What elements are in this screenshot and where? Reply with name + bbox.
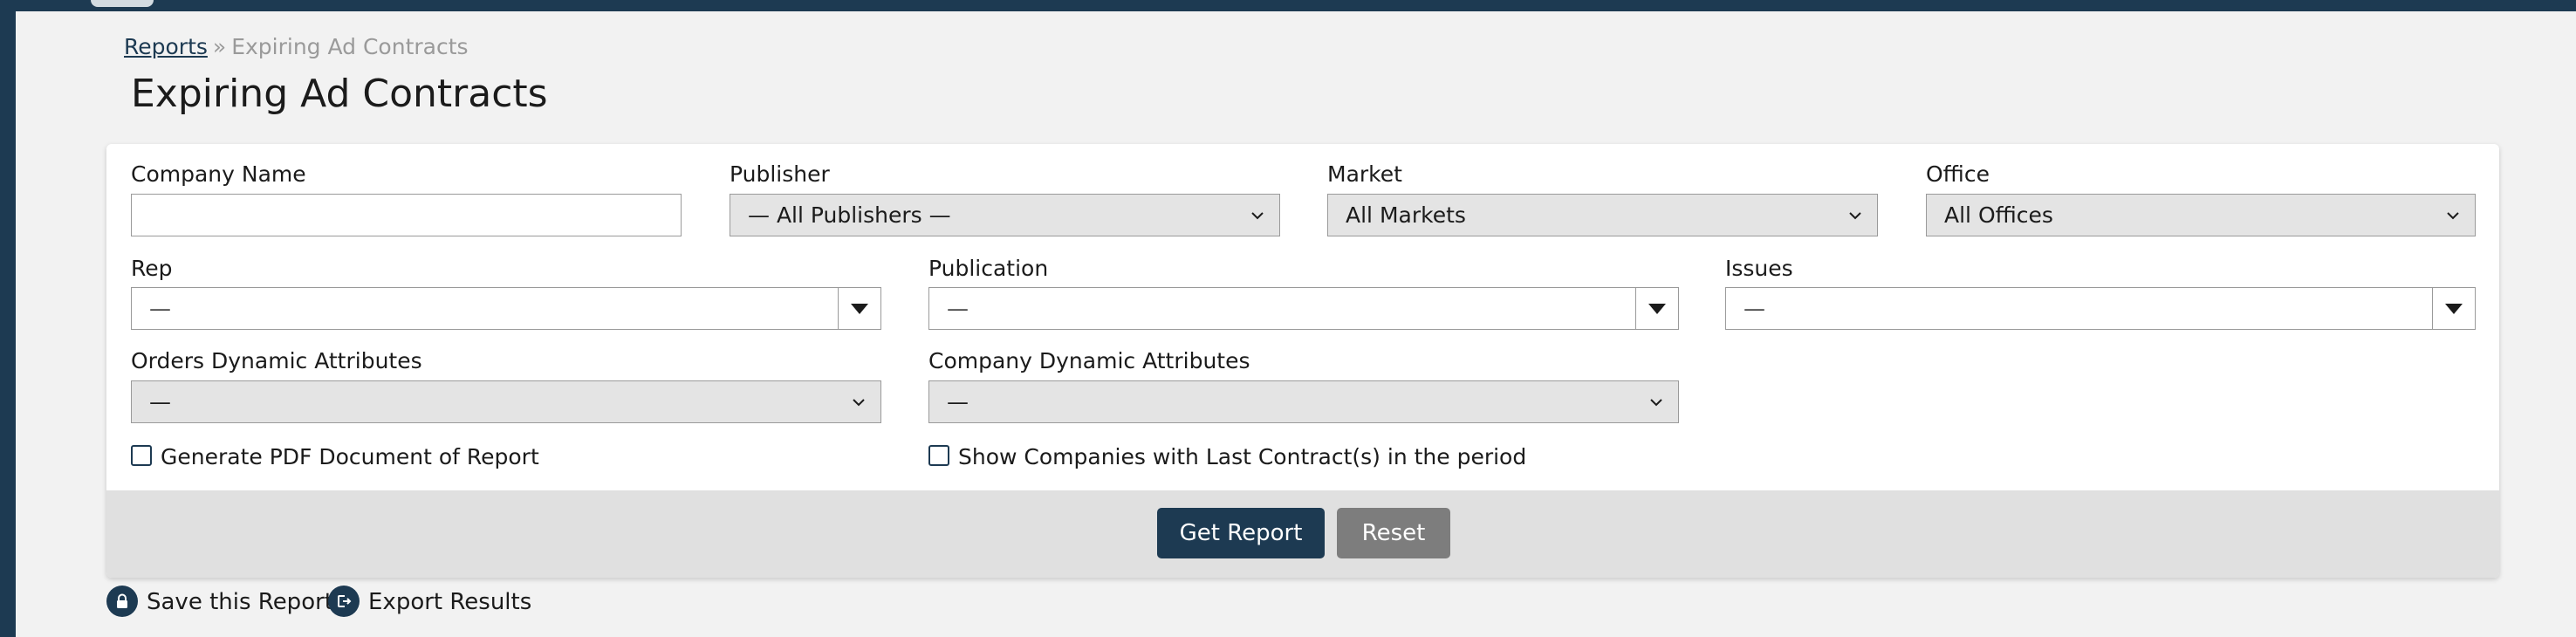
export-results-label: Export Results — [368, 589, 532, 615]
publisher-select[interactable]: — All Publishers — — [730, 194, 1280, 236]
breadcrumb-reports-link[interactable]: Reports — [124, 34, 208, 59]
save-report-label: Save this Report — [147, 589, 333, 615]
orders-dynamic-attributes-value: — — [149, 389, 171, 414]
issues-combobox-value: — — [1744, 296, 1765, 321]
breadcrumb-current: Expiring Ad Contracts — [231, 34, 469, 59]
export-results-link[interactable]: Export Results — [328, 583, 531, 621]
company-dynamic-attributes-label: Company Dynamic Attributes — [928, 348, 1250, 373]
chevron-down-icon — [853, 399, 865, 407]
orders-dynamic-attributes-select[interactable]: — — [131, 380, 881, 423]
generate-pdf-checkbox[interactable] — [131, 445, 152, 466]
triangle-down-icon[interactable] — [2445, 304, 2463, 314]
rep-label: Rep — [131, 256, 173, 281]
issues-label: Issues — [1725, 256, 1793, 281]
breadcrumb: Reports» Expiring Ad Contracts — [124, 33, 469, 61]
triangle-down-icon[interactable] — [851, 304, 868, 314]
combo-divider — [1635, 288, 1636, 329]
company-dynamic-attributes-select[interactable]: — — [928, 380, 1679, 423]
chevron-down-icon — [1849, 212, 1861, 220]
generate-pdf-option[interactable]: Generate PDF Document of Report — [131, 443, 539, 471]
company-dynamic-attributes-value: — — [947, 389, 969, 414]
show-last-contracts-checkbox[interactable] — [928, 445, 949, 466]
left-edge-bar — [0, 0, 16, 637]
export-icon — [328, 585, 360, 617]
rep-combobox-value: — — [149, 296, 171, 321]
publication-combobox-value: — — [947, 296, 969, 321]
chevron-down-icon — [1251, 212, 1264, 220]
market-label: Market — [1327, 161, 1402, 187]
publisher-label: Publisher — [730, 161, 830, 187]
company-name-input[interactable] — [131, 194, 682, 236]
issues-combobox[interactable]: — — [1725, 287, 2476, 330]
market-select-value: All Markets — [1346, 202, 1466, 228]
chevron-down-icon — [1650, 399, 1662, 407]
chevron-down-icon — [2447, 212, 2459, 220]
app-logo[interactable] — [91, 0, 154, 7]
publication-label: Publication — [928, 256, 1049, 281]
company-name-label: Company Name — [131, 161, 306, 187]
show-last-contracts-label: Show Companies with Last Contract(s) in … — [958, 444, 1527, 469]
reset-button[interactable]: Reset — [1337, 508, 1450, 558]
market-select[interactable]: All Markets — [1327, 194, 1878, 236]
office-select-value: All Offices — [1944, 202, 2053, 228]
breadcrumb-separator: » — [212, 34, 227, 59]
triangle-down-icon[interactable] — [1648, 304, 1666, 314]
publisher-select-value: — All Publishers — — [748, 202, 951, 228]
show-last-contracts-option[interactable]: Show Companies with Last Contract(s) in … — [928, 443, 1526, 471]
panel-footer: Get Report Reset — [106, 490, 2499, 578]
orders-dynamic-attributes-label: Orders Dynamic Attributes — [131, 348, 422, 373]
office-select[interactable]: All Offices — [1926, 194, 2476, 236]
report-filter-panel: Company Name Publisher — All Publishers … — [106, 144, 2499, 578]
publication-combobox[interactable]: — — [928, 287, 1679, 330]
office-label: Office — [1926, 161, 1990, 187]
generate-pdf-label: Generate PDF Document of Report — [161, 444, 539, 469]
page-title: Expiring Ad Contracts — [131, 72, 548, 116]
get-report-button[interactable]: Get Report — [1157, 508, 1325, 558]
combo-divider — [838, 288, 839, 329]
save-report-link[interactable]: Save this Report — [106, 583, 333, 621]
combo-divider — [2432, 288, 2433, 329]
top-nav-bar — [0, 0, 2576, 11]
lock-icon — [106, 585, 138, 617]
rep-combobox[interactable]: — — [131, 287, 881, 330]
